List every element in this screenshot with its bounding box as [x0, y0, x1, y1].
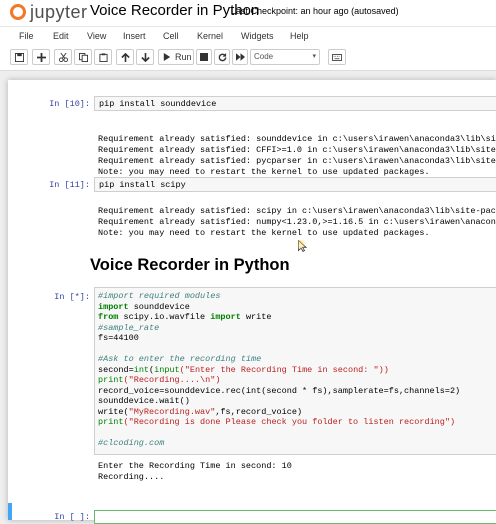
- code-cell-11[interactable]: In [11]: pip install scipy Requirement a…: [8, 177, 496, 267]
- add-cell-icon: [36, 52, 46, 62]
- cell-output: Requirement already satisfied: scipy in …: [98, 206, 496, 238]
- mouse-cursor-icon: [298, 240, 307, 252]
- menu-insert[interactable]: Insert: [123, 31, 146, 41]
- code-keyword: import: [98, 301, 129, 312]
- menu-view[interactable]: View: [87, 31, 106, 41]
- keyboard-icon: [332, 53, 342, 61]
- code-line: #sample_rate: [98, 322, 160, 333]
- code-string: ("Recording....\n"): [123, 375, 221, 385]
- input-prompt: In [11]:: [49, 180, 90, 190]
- menu-edit[interactable]: Edit: [53, 31, 69, 41]
- code-string: ("Recording is done Please check you fol…: [123, 417, 456, 427]
- checkpoint-status: Last Checkpoint: an hour ago (autosaved): [231, 6, 399, 16]
- code-line: #Ask to enter the recording time: [98, 354, 262, 364]
- menu-help[interactable]: Help: [290, 31, 309, 41]
- interrupt-button[interactable]: [196, 49, 212, 65]
- header-divider: [0, 70, 496, 71]
- code-builtin: print: [98, 417, 124, 427]
- code-line: #clcoding.com: [98, 438, 165, 448]
- save-button[interactable]: [10, 49, 28, 65]
- menu-widgets[interactable]: Widgets: [241, 31, 274, 41]
- code-string: "MyRecording.wav": [128, 406, 216, 417]
- cell-input[interactable]: pip install scipy: [94, 177, 496, 192]
- toolbar: Run Code ▾: [0, 47, 496, 69]
- input-prompt: In [*]:: [54, 292, 90, 302]
- code-cell-running[interactable]: In [*]: #import required modules import …: [8, 287, 496, 487]
- markdown-heading[interactable]: Voice Recorder in Python: [90, 256, 290, 275]
- cell-input[interactable]: [94, 510, 496, 524]
- run-button[interactable]: Run: [158, 49, 194, 65]
- stop-icon: [200, 53, 208, 61]
- notebook-header: jupyter Voice Recorder in Python Last Ch…: [0, 0, 496, 70]
- code-builtin: print: [98, 375, 124, 385]
- code-keyword: from: [98, 312, 119, 322]
- chevron-down-icon: ▾: [312, 53, 316, 60]
- restart-run-all-button[interactable]: [232, 49, 248, 65]
- code-line: fs=44100: [98, 333, 139, 343]
- input-prompt: In [10]:: [49, 99, 90, 109]
- copy-button[interactable]: [74, 49, 92, 65]
- jupyter-logo[interactable]: jupyter: [10, 2, 90, 24]
- code-line: ,fs,record_voice): [215, 406, 303, 417]
- restart-kernel-button[interactable]: [214, 49, 230, 65]
- copy-icon: [78, 52, 88, 62]
- notebook-page: In [10]: pip install sounddevice Require…: [8, 80, 496, 524]
- code-builtin: int: [133, 364, 150, 375]
- menu-cell[interactable]: Cell: [163, 31, 179, 41]
- add-cell-button[interactable]: [32, 49, 50, 65]
- menu-file[interactable]: File: [19, 31, 34, 41]
- run-icon: [163, 53, 171, 61]
- cut-button[interactable]: [54, 49, 72, 65]
- cut-icon: [58, 52, 68, 62]
- cell-output: Enter the Recording Time in second: 10 R…: [98, 461, 292, 482]
- input-prompt: In [ ]:: [54, 512, 90, 522]
- cell-output: Requirement already satisfied: sounddevi…: [98, 134, 496, 177]
- code-line: record_voice=sounddevice.rec(int(second …: [98, 385, 461, 396]
- code-keyword: import: [210, 312, 241, 322]
- cell-type-select[interactable]: Code ▾: [250, 49, 320, 65]
- menu-bar: File Edit View Insert Cell Kernel Widget…: [0, 26, 496, 47]
- move-up-icon: [120, 52, 130, 62]
- code-string: ("Enter the Recording Time in second: ")…: [179, 364, 389, 375]
- code-builtin: input: [154, 364, 180, 375]
- code-line: scipy.io.wavfile: [118, 312, 211, 322]
- code-cell-empty[interactable]: In [ ]:: [8, 508, 496, 524]
- code-line: second=: [98, 364, 134, 375]
- save-icon: [14, 52, 24, 62]
- code-line: sounddevice.wait(): [98, 396, 190, 406]
- paste-button[interactable]: [94, 49, 112, 65]
- menu-kernel[interactable]: Kernel: [197, 31, 223, 41]
- code-cell-10[interactable]: In [10]: pip install sounddevice Require…: [8, 96, 496, 186]
- logo-text: jupyter: [30, 2, 88, 22]
- jupyter-logo-icon: [10, 4, 26, 20]
- fast-forward-icon: [235, 53, 245, 61]
- move-down-icon: [140, 52, 150, 62]
- move-up-button[interactable]: [116, 49, 134, 65]
- code-line: sounddevice: [128, 301, 190, 312]
- code-line: write: [240, 312, 272, 322]
- code-line: #import required modules: [98, 291, 221, 301]
- cell-type-value: Code: [254, 52, 274, 61]
- run-label: Run: [175, 52, 192, 62]
- selected-cell-indicator: [8, 503, 12, 520]
- move-down-button[interactable]: [136, 49, 154, 65]
- restart-icon: [218, 52, 226, 61]
- command-palette-button[interactable]: [328, 49, 346, 65]
- code-line: write(: [98, 406, 129, 417]
- cell-code-editor[interactable]: #import required modules import sounddev…: [94, 287, 496, 455]
- cell-input[interactable]: pip install sounddevice: [94, 96, 496, 111]
- paste-icon: [98, 52, 108, 62]
